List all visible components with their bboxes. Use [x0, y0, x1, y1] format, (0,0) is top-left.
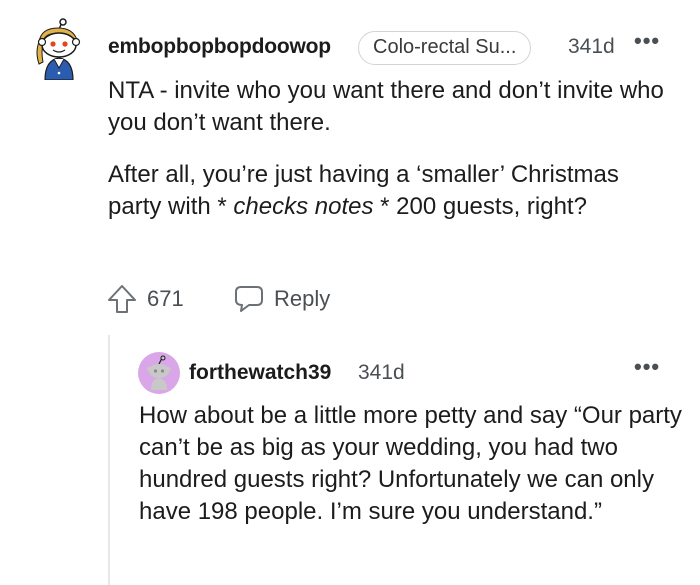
comment-username[interactable]: embopbopbopdoowop [108, 35, 331, 59]
reply-body: How about be a little more petty and say… [139, 400, 684, 528]
reply-comment: forthewatch39 341d ••• How about be a li… [0, 340, 700, 585]
comment-body: NTA - invite who you want there and don’… [108, 75, 668, 223]
reply-label: Reply [274, 286, 331, 311]
comment-text: * 200 guests, right? [373, 193, 587, 220]
reply-username[interactable]: forthewatch39 [189, 361, 331, 385]
comment-paragraph: NTA - invite who you want there and don’… [108, 77, 664, 136]
reply-paragraph: How about be a little more petty and say… [139, 402, 682, 525]
reply-timestamp: 341d [358, 361, 405, 384]
user-flair-badge: Colo-rectal Su... [358, 31, 532, 65]
more-options-icon[interactable]: ••• [634, 28, 660, 54]
snoo-avatar-icon[interactable] [33, 18, 83, 81]
comment-actions: 671 Reply [105, 282, 405, 316]
comment-timestamp: 341d [568, 35, 615, 58]
snoo-avatar-icon[interactable] [138, 352, 180, 394]
comment: embopbopbopdoowop Colo-rectal Su... 341d… [0, 0, 700, 330]
more-options-icon[interactable]: ••• [634, 354, 660, 380]
vote-count: 671 [147, 286, 184, 311]
upvote-arrow-icon[interactable] [105, 282, 139, 316]
speech-bubble-icon [233, 284, 265, 314]
comment-italic-text: checks notes [233, 193, 374, 220]
comment-paragraph: After all, you’re just having a ‘smaller… [108, 159, 668, 223]
reply-button[interactable]: Reply [233, 282, 343, 316]
